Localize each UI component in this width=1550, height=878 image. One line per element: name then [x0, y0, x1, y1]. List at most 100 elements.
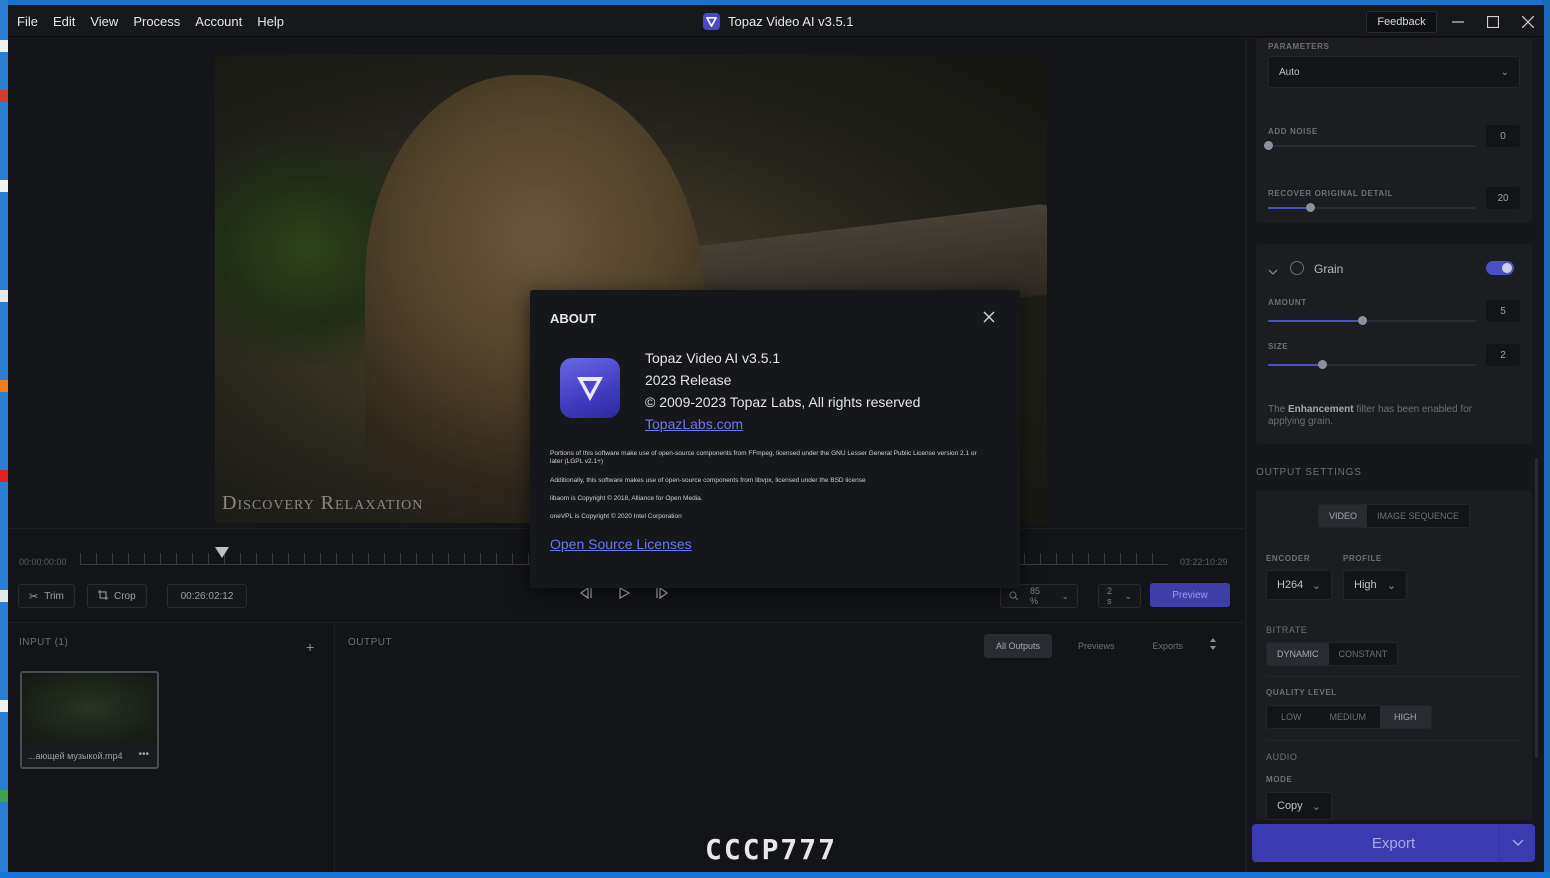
playhead-marker[interactable]: [215, 547, 229, 558]
menu-file[interactable]: File: [11, 14, 44, 29]
tab-previews[interactable]: Previews: [1066, 634, 1127, 658]
mode-image-sequence[interactable]: IMAGE SEQUENCE: [1367, 505, 1469, 527]
libvpx-notice: Additionally, this software makes use of…: [550, 477, 866, 484]
grain-note: The Enhancement filter has been enabled …: [1268, 404, 1473, 427]
step-back-icon[interactable]: [577, 586, 593, 603]
add-noise-slider[interactable]: [1268, 145, 1476, 147]
maximize-icon[interactable]: [1481, 11, 1505, 33]
chevron-down-icon: ⌄: [1311, 579, 1321, 592]
ffmpeg-notice: Portions of this software make use of op…: [550, 450, 977, 465]
feedback-button[interactable]: Feedback: [1366, 11, 1437, 33]
bitrate-constant[interactable]: CONSTANT: [1329, 643, 1398, 665]
topaz-logo-icon: [560, 358, 620, 418]
menu-account[interactable]: Account: [189, 14, 248, 29]
preview-button[interactable]: Preview: [1150, 583, 1230, 607]
profile-value: High: [1354, 579, 1377, 591]
more-options-icon[interactable]: •••: [138, 749, 149, 760]
timeline-start-time: 00:00:00:00: [19, 557, 67, 567]
input-file-card[interactable]: ...ающей музыкой.mp4 •••: [20, 671, 159, 769]
split-value: 2 s: [1107, 586, 1113, 606]
quality-medium[interactable]: MEDIUM: [1316, 706, 1381, 728]
app-window: File Edit View Process Account Help Topa…: [8, 5, 1544, 872]
audio-label: AUDIO: [1266, 752, 1298, 762]
overlay-watermark: CCCP777: [705, 833, 838, 866]
size-value[interactable]: 2: [1486, 344, 1520, 366]
close-icon[interactable]: [982, 310, 1000, 328]
export-button[interactable]: Export: [1252, 824, 1535, 862]
output-settings-label: OUTPUT SETTINGS: [1256, 467, 1362, 478]
zoom-value: 85 %: [1030, 586, 1041, 606]
desktop-left-edge: [0, 0, 8, 878]
mode-video[interactable]: VIDEO: [1319, 505, 1368, 527]
grain-title: Grain: [1314, 262, 1344, 276]
recover-detail-fill: [1268, 207, 1310, 209]
menu-edit[interactable]: Edit: [47, 14, 81, 29]
output-settings-card: VIDEO IMAGE SEQUENCE ENCODER PROFILE H26…: [1256, 490, 1532, 820]
timeline-end-time: 03:22:10:29: [1180, 557, 1228, 567]
parameters-value: Auto: [1279, 66, 1300, 78]
play-icon[interactable]: [617, 586, 631, 603]
input-header: INPUT (1): [19, 637, 69, 648]
parameters-select[interactable]: Auto ⌄: [1268, 56, 1520, 88]
release-year: 2023 Release: [645, 372, 732, 388]
recover-detail-value[interactable]: 20: [1486, 187, 1520, 209]
video-thumbnail: [22, 673, 157, 743]
close-window-icon[interactable]: [1516, 11, 1540, 33]
zoom-icon: [1009, 591, 1019, 602]
encoder-select[interactable]: H264 ⌄: [1266, 570, 1332, 600]
app-logo-icon: [703, 12, 720, 30]
amount-knob[interactable]: [1358, 316, 1367, 325]
input-file-name: ...ающей музыкой.mp4: [28, 751, 123, 761]
export-label: Export: [1371, 834, 1416, 852]
video-watermark: Discovery Relaxation: [222, 492, 424, 514]
duration-field[interactable]: 00:26:02:12: [167, 584, 247, 608]
quality-high[interactable]: HIGH: [1380, 706, 1431, 728]
chevron-down-icon: ⌄: [1386, 579, 1396, 592]
audio-mode-select[interactable]: Copy ⌄: [1266, 792, 1332, 820]
crop-label: Crop: [114, 590, 136, 602]
parameters-label: PARAMETERS: [1268, 42, 1330, 51]
chevron-down-icon: ⌄: [1124, 590, 1132, 601]
trim-button[interactable]: ✂ Trim: [18, 584, 75, 608]
title-bar: File Edit View Process Account Help Topa…: [8, 5, 1544, 37]
tab-all-outputs[interactable]: All Outputs: [984, 634, 1053, 658]
sidebar-scrollbar[interactable]: [1535, 458, 1538, 758]
step-forward-icon[interactable]: [655, 586, 671, 603]
collapse-chevron-icon[interactable]: [1268, 263, 1278, 281]
output-mode-switch: VIDEO IMAGE SEQUENCE: [1318, 504, 1471, 528]
encoder-label: ENCODER: [1266, 554, 1311, 563]
profile-label: PROFILE: [1343, 554, 1382, 563]
menu-view[interactable]: View: [84, 14, 124, 29]
open-source-licenses-link[interactable]: Open Source Licenses: [550, 536, 692, 552]
minimize-icon[interactable]: [1446, 11, 1470, 33]
crop-icon: [98, 589, 108, 603]
crop-button[interactable]: Crop: [87, 584, 147, 608]
audio-mode-label: MODE: [1266, 775, 1293, 784]
bitrate-dynamic[interactable]: DYNAMIC: [1267, 643, 1329, 665]
about-info: Topaz Video AI v3.5.1 2023 Release © 200…: [645, 347, 920, 435]
recover-detail-knob[interactable]: [1306, 203, 1315, 212]
sort-icon[interactable]: [1209, 637, 1217, 655]
trim-label: Trim: [44, 590, 64, 602]
add-noise-knob[interactable]: [1264, 141, 1273, 150]
amount-value[interactable]: 5: [1486, 300, 1520, 322]
chevron-down-icon: ⌄: [1061, 590, 1069, 601]
add-noise-value[interactable]: 0: [1486, 125, 1520, 147]
output-tabs: All Outputs Previews Exports: [984, 634, 1217, 658]
grain-toggle[interactable]: [1486, 261, 1514, 275]
recover-detail-label: RECOVER ORIGINAL DETAIL: [1268, 189, 1394, 198]
quality-low[interactable]: LOW: [1267, 706, 1316, 728]
website-link[interactable]: TopazLabs.com: [645, 413, 920, 435]
output-header: OUTPUT: [348, 637, 393, 648]
tab-exports[interactable]: Exports: [1141, 634, 1196, 658]
libaom-notice: libaom is Copyright © 2018, Alliance for…: [550, 495, 703, 502]
menu-bar: File Edit View Process Account Help: [8, 5, 290, 37]
split-select[interactable]: 2 s ⌄: [1098, 584, 1141, 608]
size-knob[interactable]: [1318, 360, 1327, 369]
add-input-button[interactable]: +: [306, 639, 314, 655]
profile-select[interactable]: High ⌄: [1343, 570, 1407, 600]
menu-help[interactable]: Help: [251, 14, 290, 29]
chevron-down-icon[interactable]: [1499, 824, 1535, 862]
menu-process[interactable]: Process: [127, 14, 186, 29]
amount-fill: [1268, 320, 1362, 322]
